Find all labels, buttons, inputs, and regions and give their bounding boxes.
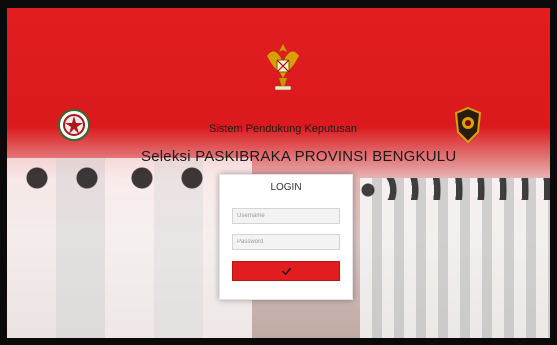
login-screen: Sistem Pendukung Keputusan Seleksi PASKI… bbox=[7, 8, 550, 338]
subtitle: Sistem Pendukung Keputusan bbox=[209, 123, 357, 135]
login-panel: LOGIN bbox=[219, 174, 353, 300]
check-icon bbox=[281, 267, 291, 275]
left-seal-icon bbox=[58, 109, 90, 141]
login-submit-button[interactable] bbox=[232, 261, 340, 281]
page-title: Seleksi PASKIBRAKA PROVINSI BENGKULU bbox=[141, 148, 457, 165]
background-photo-right bbox=[360, 178, 550, 338]
background-photo-left bbox=[7, 158, 252, 338]
login-heading: LOGIN bbox=[270, 182, 302, 193]
username-input[interactable] bbox=[232, 208, 340, 224]
right-badge-icon bbox=[454, 106, 482, 144]
garuda-emblem-icon bbox=[267, 44, 299, 91]
password-input[interactable] bbox=[232, 234, 340, 250]
